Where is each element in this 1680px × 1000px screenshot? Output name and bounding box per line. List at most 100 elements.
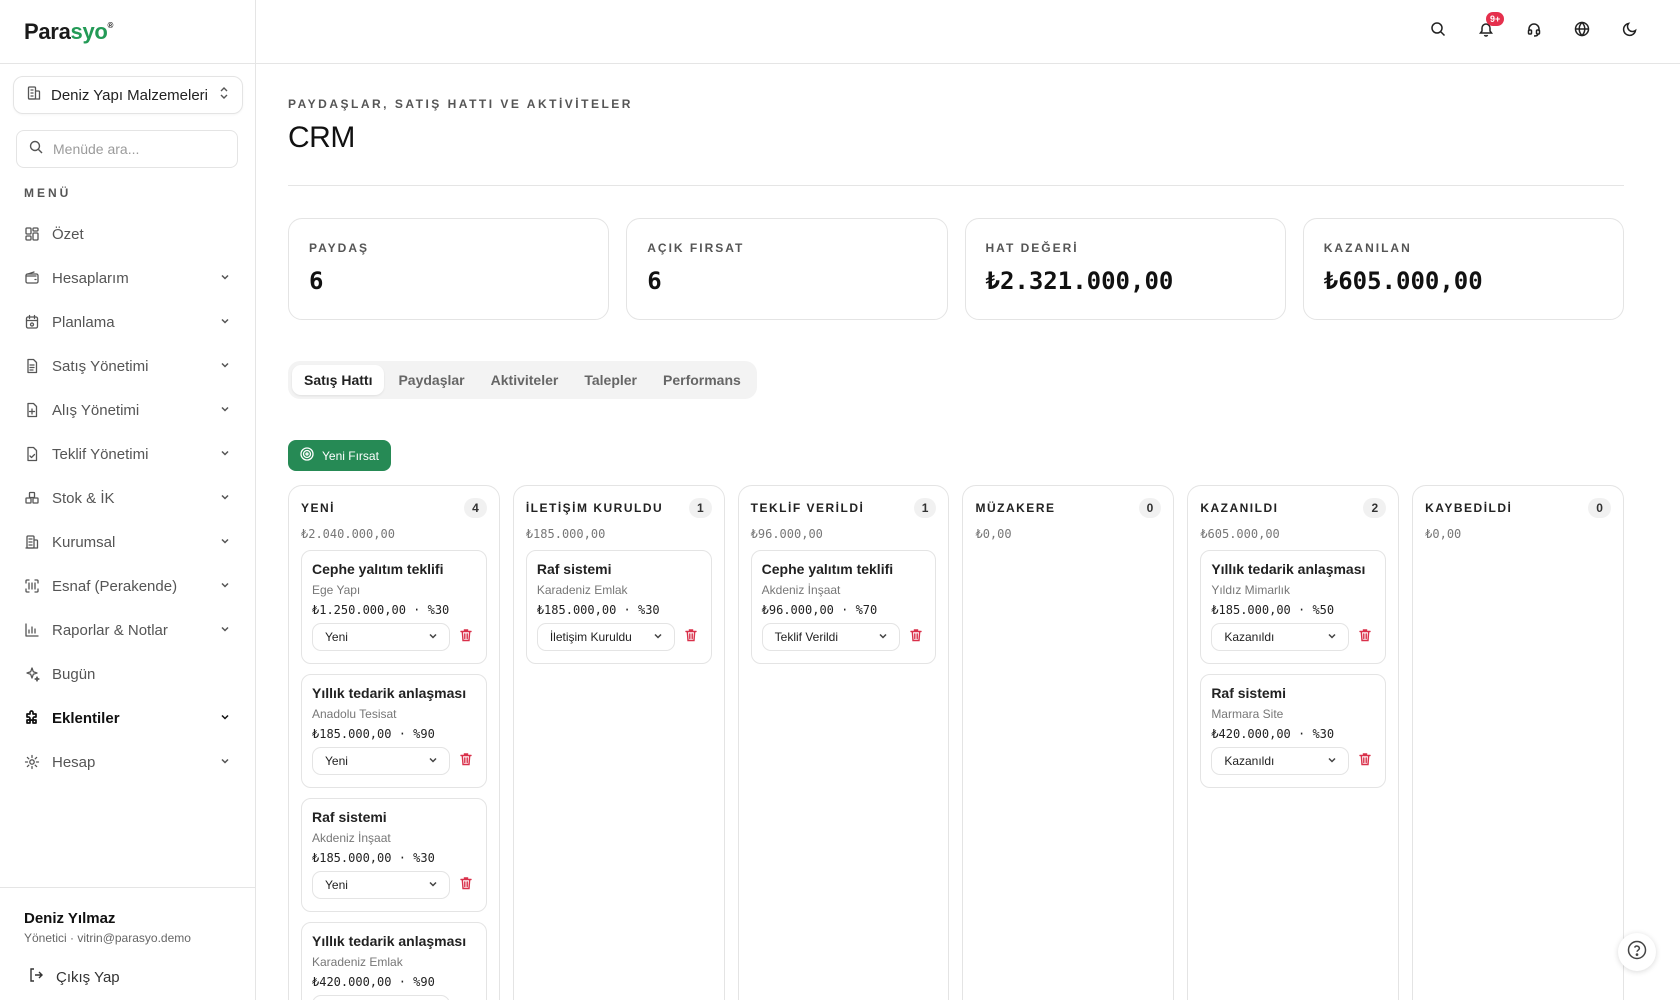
pipeline-column: KAYBEDİLDİ 0 ₺0,00 <box>1412 485 1624 1000</box>
search-button[interactable] <box>1428 22 1448 42</box>
menu-search-input[interactable] <box>53 141 223 157</box>
delete-deal-button[interactable] <box>458 876 474 893</box>
calendar-icon <box>24 314 40 330</box>
pipeline-column: KAZANILDI 2 ₺605.000,00 Yıllık tedarik anla… <box>1187 485 1400 1000</box>
sidebar-item-8[interactable]: Esnaf (Perakende) <box>0 564 255 608</box>
deal-value: ₺420.000,00 · %30 <box>1211 727 1335 741</box>
company-switcher[interactable]: Deniz Yapı Malzemeleri... <box>13 76 243 114</box>
tab-0[interactable]: Satış Hattı <box>292 365 385 395</box>
help-icon <box>1627 940 1647 965</box>
deal-card[interactable]: Yıllık tedarik anlaşması Yıldız Mimarlık ₺… <box>1200 550 1387 664</box>
chevron-down-icon <box>219 402 231 419</box>
sidebar-item-label: Özet <box>52 225 84 243</box>
stage-select-value: Kazanıldı <box>1224 630 1275 644</box>
divider <box>288 185 1624 186</box>
pipeline-column: YENİ 4 ₺2.040.000,00 Cephe yalıtım teklifi E… <box>288 485 500 1000</box>
deal-actions: Kazanıldı <box>1211 747 1375 775</box>
tab-2[interactable]: Aktiviteler <box>479 365 571 395</box>
sidebar-item-3[interactable]: Satış Yönetimi <box>0 344 255 388</box>
stat-card: KAZANILAN ₺605.000,00 <box>1302 218 1624 320</box>
main-area: 9+ PAYDAŞLAR, SATIŞ HATTI VE AKTİVİTELER… <box>256 0 1680 1000</box>
help-button[interactable] <box>1618 933 1656 971</box>
trash-icon <box>1358 628 1372 647</box>
puzzle-icon <box>24 710 40 726</box>
sidebar-item-label: Alış Yönetimi <box>52 401 140 419</box>
sidebar-item-1[interactable]: Hesaplarım <box>0 256 255 300</box>
chevron-down-icon <box>219 270 231 287</box>
logout-button[interactable]: Çıkış Yap <box>28 967 231 987</box>
stat-card: AÇIK FIRSAT 6 <box>626 218 948 320</box>
trash-icon <box>459 628 473 647</box>
stage-select[interactable]: Yeni <box>312 995 450 1000</box>
pipeline-column: İLETİŞİM KURULDU 1 ₺185.000,00 Raf sistemi K… <box>512 485 725 1000</box>
menu-search[interactable] <box>16 130 238 168</box>
stat-value: 6 <box>647 267 662 295</box>
chevron-down-icon <box>427 878 439 893</box>
sidebar-item-2[interactable]: Planlama <box>0 300 255 344</box>
tab-4[interactable]: Performans <box>651 365 753 395</box>
deal-card[interactable]: Raf sistemi Akdeniz İnşaat ₺185.000,00 · %… <box>301 798 487 912</box>
sidebar-item-6[interactable]: Stok & İK <box>0 476 255 520</box>
deal-card[interactable]: Raf sistemi Marmara Site ₺420.000,00 · %30… <box>1200 674 1387 788</box>
deal-actions: Teklif Verildi <box>761 623 926 651</box>
sidebar-item-12[interactable]: Hesap <box>0 740 255 784</box>
tab-1[interactable]: Paydaşlar <box>386 365 476 395</box>
language-button[interactable] <box>1572 21 1592 42</box>
stage-select[interactable]: Kazanıldı <box>1211 623 1350 651</box>
notifications-button[interactable]: 9+ <box>1476 11 1505 42</box>
sidebar-item-10[interactable]: Bugün <box>0 652 255 696</box>
deal-title: Raf sistemi <box>312 809 387 825</box>
column-total: ₺185.000,00 <box>525 527 606 541</box>
column-header: KAZANILDI 2 <box>1200 498 1387 518</box>
new-opportunity-button[interactable]: Yeni Fırsat <box>288 440 391 471</box>
theme-toggle-button[interactable] <box>1620 22 1640 42</box>
sidebar-item-0[interactable]: Özet <box>0 212 255 256</box>
column-title: MÜZAKERE <box>975 501 1056 515</box>
column-title: KAYBEDİLDİ <box>1425 501 1513 515</box>
column-count: 1 <box>913 498 937 518</box>
delete-deal-button[interactable] <box>458 752 474 769</box>
sidebar-item-label: Bugün <box>52 665 96 683</box>
moon-icon <box>1622 21 1638 42</box>
delete-deal-button[interactable] <box>1357 628 1373 647</box>
column-cards: Cephe yalıtım teklifi Akdeniz İnşaat ₺96.0… <box>750 550 937 664</box>
sidebar-item-7[interactable]: Kurumsal <box>0 520 255 564</box>
stat-card: HAT DEĞERİ ₺2.321.000,00 <box>964 218 1286 320</box>
deal-card[interactable]: Cephe yalıtım teklifi Akdeniz İnşaat ₺96.0… <box>750 550 937 664</box>
sidebar-item-label: Stok & İK <box>52 489 115 507</box>
sidebar-item-5[interactable]: Teklif Yönetimi <box>0 432 255 476</box>
deal-card[interactable]: Yıllık tedarik anlaşması Anadolu Tesisat ₺… <box>301 674 487 788</box>
stage-select[interactable]: İletişim Kuruldu <box>536 623 675 651</box>
page-content: PAYDAŞLAR, SATIŞ HATTI VE AKTİVİTELER CR… <box>256 97 1680 1000</box>
chevron-down-icon <box>427 630 439 645</box>
delete-deal-button[interactable] <box>908 628 924 645</box>
deal-card[interactable]: Cephe yalıtım teklifi Ege Yapı ₺1.250.000,… <box>301 550 487 664</box>
tab-3[interactable]: Talepler <box>572 365 649 395</box>
stat-label: KAZANILAN <box>1323 241 1412 255</box>
column-cards: Yıllık tedarik anlaşması Yıldız Mimarlık ₺… <box>1200 550 1387 788</box>
sidebar-item-label: Eklentiler <box>52 709 120 727</box>
delete-deal-button[interactable] <box>1357 752 1373 769</box>
sidebar-item-9[interactable]: Raporlar & Notlar <box>0 608 255 652</box>
stage-select[interactable]: Yeni <box>312 623 450 651</box>
delete-deal-button[interactable] <box>458 628 474 647</box>
delete-deal-button[interactable] <box>683 628 699 645</box>
sparkle-icon <box>24 666 40 682</box>
stage-select[interactable]: Kazanıldı <box>1211 747 1350 775</box>
deal-card[interactable]: Raf sistemi Karadeniz Emlak ₺185.000,00 · … <box>525 550 712 664</box>
stage-select[interactable]: Yeni <box>312 871 450 899</box>
brand-logo[interactable]: Parasyo® <box>24 19 113 45</box>
search-icon <box>1430 21 1446 42</box>
deal-card[interactable]: Yıllık tedarik anlaşması Karadeniz Emlak ₺… <box>301 922 487 1000</box>
file-check-icon <box>24 446 40 462</box>
sidebar-item-4[interactable]: Alış Yönetimi <box>0 388 255 432</box>
sidebar-item-11[interactable]: Eklentiler <box>0 696 255 740</box>
support-button[interactable] <box>1524 22 1544 42</box>
deal-actions: Yeni <box>312 995 476 1000</box>
dashboard-icon <box>24 226 40 242</box>
chevron-down-icon <box>219 534 231 551</box>
wallet-icon <box>24 270 40 286</box>
chevron-down-icon <box>427 754 439 769</box>
stage-select[interactable]: Yeni <box>312 747 450 775</box>
stage-select[interactable]: Teklif Verildi <box>761 623 900 651</box>
